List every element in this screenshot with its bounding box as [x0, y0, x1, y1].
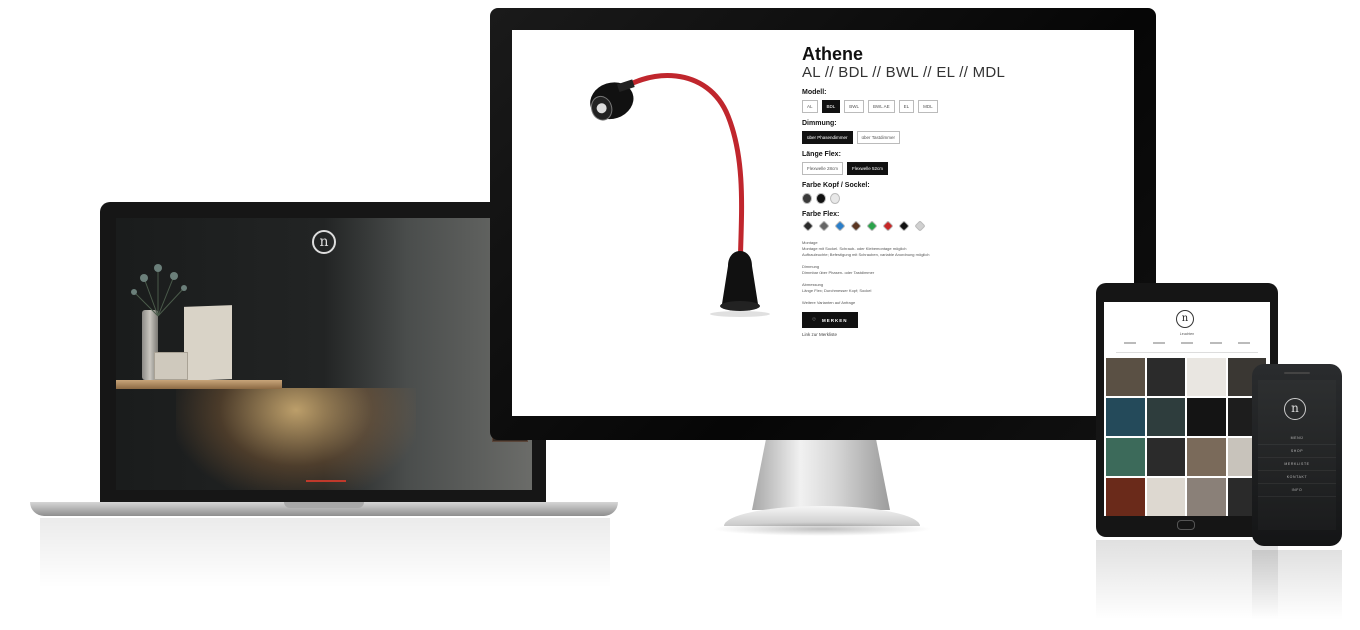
color-swatch[interactable]	[834, 220, 846, 232]
monitor-stand	[752, 440, 890, 510]
monitor-shadow	[712, 522, 932, 536]
modell-label: Modell:	[802, 89, 827, 96]
grid-tile[interactable]	[1187, 398, 1226, 436]
color-swatch[interactable]	[850, 220, 862, 232]
tablet-home-button[interactable]	[1177, 520, 1195, 530]
product-subtitle: AL // BDL // BWL // EL // MDL	[802, 64, 1006, 81]
heart-icon: ♡	[812, 317, 818, 322]
grid-tile[interactable]	[1146, 438, 1185, 476]
modell-option-selected[interactable]: BDL	[821, 100, 841, 113]
color-swatch[interactable]	[802, 220, 814, 232]
modell-option[interactable]: BWL AE	[868, 100, 895, 113]
tablet-tagline: Leuchten	[1179, 332, 1195, 336]
color-swatch[interactable]	[866, 220, 878, 232]
dimmung-option[interactable]: über Tastdimmer	[856, 131, 900, 144]
merken-button[interactable]: ♡ MERKEN	[802, 312, 858, 328]
color-swatch[interactable]	[898, 220, 910, 232]
modell-option[interactable]: EL	[898, 100, 915, 113]
phone-speaker	[1284, 372, 1310, 374]
tablet-screen: n Leuchten	[1104, 302, 1270, 516]
grid-tile[interactable]	[1146, 358, 1185, 396]
color-swatch[interactable]	[816, 193, 826, 204]
tablet-divider	[1116, 352, 1258, 353]
tablet-reflection	[1096, 540, 1278, 620]
laenge-flex-option-selected[interactable]: Flexwelle 52cm	[847, 162, 889, 175]
phone-menu-item[interactable]: SHOP	[1258, 445, 1336, 458]
laptop-notch	[284, 502, 364, 508]
farbe-kopf-swatches	[802, 193, 1092, 204]
phone-menu-item[interactable]: MERKLISTE	[1258, 458, 1336, 471]
aufbau-text: Aufbauleuchte; Befestigung mit Schrauben…	[802, 252, 930, 257]
dimmung-label: Dimmung:	[802, 120, 837, 127]
hero-box	[154, 352, 188, 380]
grid-tile[interactable]	[1106, 398, 1145, 436]
grid-tile[interactable]	[1187, 358, 1226, 396]
phone-screen: n MENÜ SHOP MERKLISTE KONTAKT INFO	[1258, 380, 1336, 530]
hero-book	[184, 305, 232, 381]
modell-options: AL BDL BWL BWL AE EL MDL	[802, 100, 1092, 113]
abmessung-text: Länge Flex; Durchmesser Kopf; Sockel	[802, 288, 872, 293]
merkliste-link[interactable]: Link zur Merkliste	[802, 332, 1092, 337]
modell-option[interactable]: AL	[802, 100, 818, 113]
grid-tile[interactable]	[1187, 478, 1226, 516]
laptop-reflection	[40, 518, 610, 588]
phone-menu-item[interactable]: MENÜ	[1258, 432, 1336, 445]
hero-light-cone	[176, 388, 416, 490]
grid-tile[interactable]	[1146, 478, 1185, 516]
color-swatch[interactable]	[882, 220, 894, 232]
grid-tile[interactable]	[1106, 358, 1145, 396]
color-swatch[interactable]	[914, 220, 926, 232]
merken-label: MERKEN	[822, 317, 848, 323]
phone-menu: MENÜ SHOP MERKLISTE KONTAKT INFO	[1258, 432, 1336, 497]
phone-logo[interactable]: n	[1284, 398, 1306, 420]
product-image	[590, 73, 770, 317]
farbe-kopf-label: Farbe Kopf / Sockel:	[802, 182, 870, 189]
dimmung-text: Dimmbar über Phasen- oder Tastdimmer	[802, 270, 875, 275]
color-swatch[interactable]	[802, 193, 812, 204]
grid-tile[interactable]	[1187, 438, 1226, 476]
tablet-logo[interactable]: n	[1176, 310, 1194, 328]
hero-shelf	[116, 380, 282, 389]
laenge-flex-options: Flexwelle 28cm Flexwelle 52cm	[802, 162, 1092, 175]
color-swatch[interactable]	[818, 220, 830, 232]
color-swatch[interactable]	[830, 193, 840, 204]
extra-text: Weitere Varianten auf Anfrage	[802, 300, 856, 305]
modell-option[interactable]: MDL	[918, 100, 938, 113]
brand-logo[interactable]: n	[312, 230, 336, 254]
laenge-flex-option[interactable]: Flexwelle 28cm	[802, 162, 844, 175]
product-details: Athene AL // BDL // BWL // EL // MDL Mod…	[802, 44, 1092, 337]
grid-tile[interactable]	[1106, 478, 1145, 516]
laenge-flex-label: Länge Flex:	[802, 151, 841, 158]
farbe-flex-label: Farbe Flex:	[802, 211, 840, 218]
grid-tile[interactable]	[1146, 398, 1185, 436]
modell-option[interactable]: BWL	[844, 100, 865, 113]
farbe-flex-swatches	[802, 220, 1092, 232]
phone-reflection	[1252, 550, 1342, 620]
slider-indicator[interactable]	[306, 480, 346, 482]
phone-menu-item[interactable]: INFO	[1258, 484, 1336, 497]
phone-menu-item[interactable]: KONTAKT	[1258, 471, 1336, 484]
tablet-nav[interactable]	[1124, 342, 1250, 344]
grid-tile[interactable]	[1106, 438, 1145, 476]
product-title: Athene	[802, 44, 864, 64]
tablet-image-grid	[1106, 358, 1268, 516]
dimmung-options: über Phasendimmer über Tastdimmer	[802, 131, 1092, 144]
laptop-screen: n	[116, 218, 532, 490]
dimmung-option-selected[interactable]: über Phasendimmer	[802, 131, 853, 144]
